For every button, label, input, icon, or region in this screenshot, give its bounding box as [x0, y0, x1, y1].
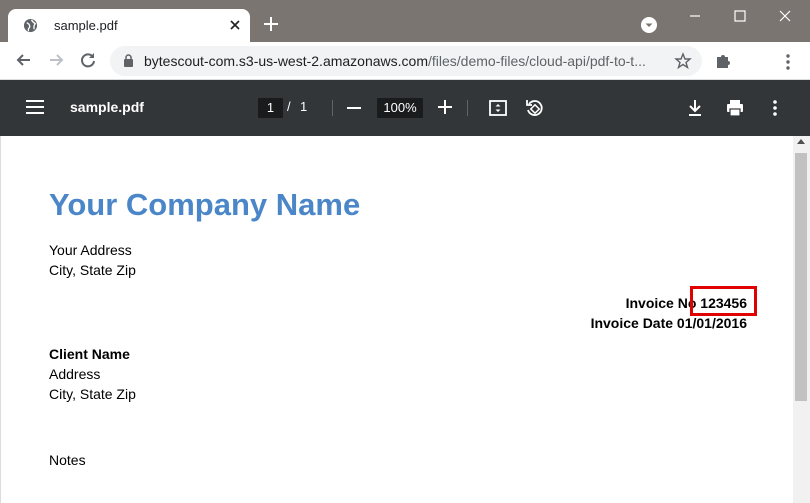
- highlight-box: [690, 286, 757, 316]
- globe-icon: [23, 18, 38, 33]
- url-host: bytescout-com.s3-us-west-2.amazonaws.com: [144, 53, 428, 69]
- company-address-line2: City, State Zip: [49, 262, 136, 278]
- fit-to-page-icon[interactable]: [488, 98, 508, 118]
- forward-icon[interactable]: [46, 50, 66, 70]
- scroll-up-arrow-icon[interactable]: [797, 139, 805, 144]
- notes-label: Notes: [49, 452, 86, 468]
- page-separator: /: [287, 99, 291, 114]
- browser-toolbar: bytescout-com.s3-us-west-2.amazonaws.com…: [0, 42, 810, 115]
- client-name: Client Name: [49, 346, 130, 362]
- rotate-icon[interactable]: [524, 98, 544, 118]
- new-tab-icon[interactable]: [262, 15, 280, 33]
- client-address-line2: City, State Zip: [49, 386, 136, 402]
- reload-icon[interactable]: [78, 50, 98, 70]
- scrollbar-thumb[interactable]: [795, 153, 807, 401]
- window-close-icon[interactable]: [762, 6, 808, 26]
- client-address-line1: Address: [49, 366, 101, 382]
- minimize-icon[interactable]: [672, 6, 718, 26]
- maximize-icon[interactable]: [717, 6, 763, 26]
- address-bar[interactable]: bytescout-com.s3-us-west-2.amazonaws.com…: [110, 46, 702, 76]
- pdf-file-name: sample.pdf: [70, 99, 144, 115]
- tab-search-icon[interactable]: [641, 17, 657, 33]
- company-address-line1: Your Address: [49, 242, 132, 258]
- zoom-out-icon[interactable]: [347, 107, 361, 109]
- page-total: 1: [300, 99, 308, 114]
- more-options-icon[interactable]: [765, 98, 785, 118]
- menu-hamburger-icon[interactable]: [26, 100, 44, 114]
- zoom-in-icon[interactable]: [438, 100, 452, 114]
- pdf-toolbar: sample.pdf 1 / 1 100%: [0, 80, 810, 136]
- print-icon[interactable]: [725, 98, 745, 118]
- zoom-level-input[interactable]: 100%: [377, 98, 423, 118]
- tab-title: sample.pdf: [54, 18, 118, 33]
- back-icon[interactable]: [14, 50, 34, 70]
- lock-icon: [124, 54, 133, 67]
- divider: [332, 100, 333, 116]
- title-bar: sample.pdf: [0, 0, 810, 42]
- company-name: Your Company Name: [49, 187, 361, 222]
- extensions-puzzle-icon[interactable]: [713, 51, 733, 71]
- divider: [467, 100, 468, 116]
- url-text[interactable]: bytescout-com.s3-us-west-2.amazonaws.com…: [144, 53, 669, 69]
- page-number-input[interactable]: 1: [258, 98, 283, 118]
- invoice-date: Invoice Date 01/01/2016: [590, 315, 747, 331]
- url-path: /files/demo-files/cloud-api/pdf-to-t...: [428, 53, 646, 69]
- browser-tab[interactable]: sample.pdf: [8, 9, 250, 42]
- close-tab-icon[interactable]: [226, 16, 244, 34]
- bookmark-star-icon[interactable]: [674, 52, 692, 70]
- browser-menu-icon[interactable]: [780, 52, 796, 72]
- invoice-number-label: Invoice No: [625, 295, 697, 311]
- download-icon[interactable]: [685, 98, 705, 118]
